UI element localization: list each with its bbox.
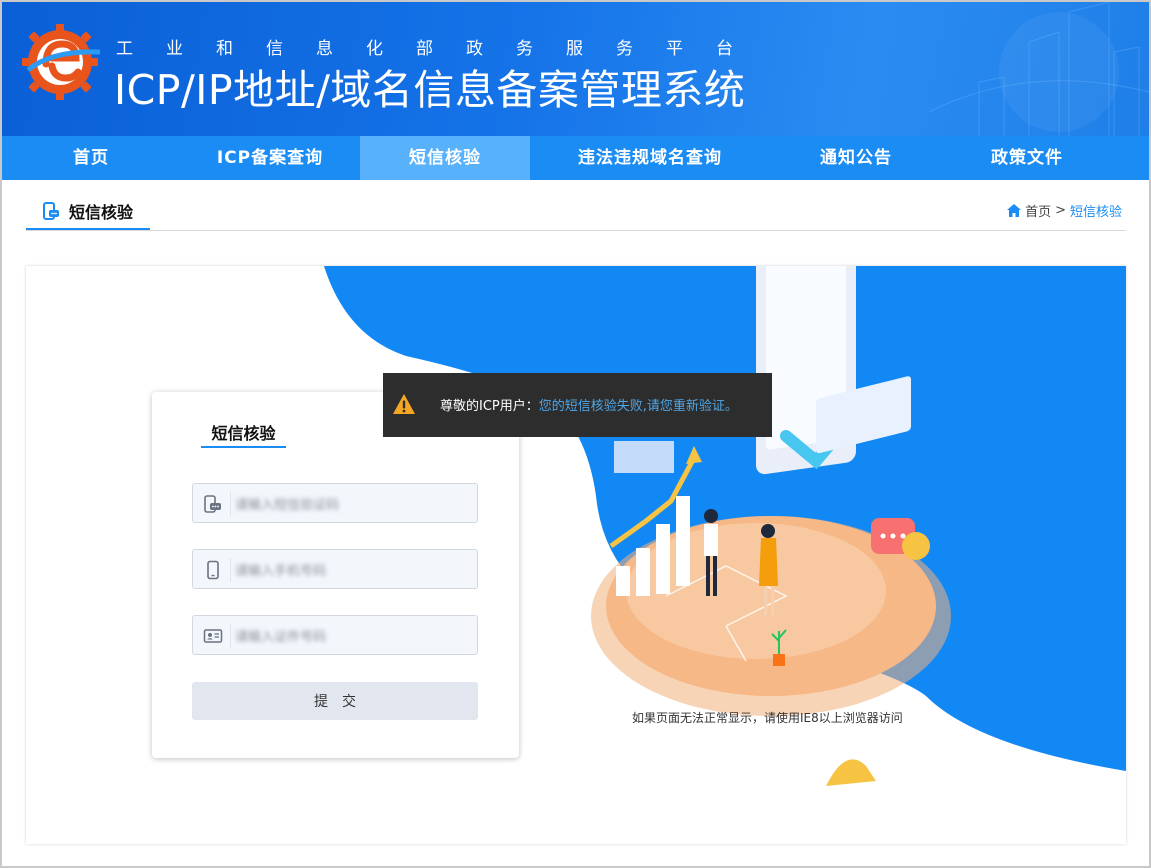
breadcrumb-separator: >	[1055, 203, 1066, 218]
section-tab: 短信核验	[26, 192, 150, 230]
sms-code-input[interactable]	[235, 484, 471, 522]
home-icon	[1007, 204, 1022, 217]
main-nav: 首页 ICP备案查询 短信核验 违法违规域名查询 通知公告 政策文件	[2, 136, 1149, 180]
breadcrumb-home[interactable]: 首页	[1025, 201, 1051, 220]
field-separator	[230, 624, 231, 648]
mobile-phone-field[interactable]	[192, 549, 478, 589]
site-header: 工业和信息化部政务服务平台 ICP/IP地址/域名信息备案管理系统	[2, 2, 1149, 136]
nav-item-policy-docs[interactable]: 政策文件	[942, 136, 1112, 180]
nav-item-illegal-domain-query[interactable]: 违法违规域名查询	[530, 136, 770, 180]
nav-item-home[interactable]: 首页	[2, 136, 180, 180]
form-title: 短信核验	[201, 419, 286, 448]
sms-code-icon	[204, 495, 221, 513]
id-card-field[interactable]	[192, 615, 478, 655]
header-title: ICP/IP地址/域名信息备案管理系统	[114, 66, 746, 114]
sms-code-field[interactable]	[192, 483, 478, 523]
verify-form-card: 短信核验 请输入短信验证码 请输入手机号码 请输入证件号码 提交	[152, 392, 519, 758]
mobile-phone-input[interactable]	[235, 550, 471, 588]
breadcrumb-current: 短信核验	[1069, 205, 1122, 220]
header-decoration	[928, 2, 1149, 136]
toast-message: 尊敬的ICP用户：您的短信核验失败,请您重新验证。	[440, 395, 738, 414]
breadcrumb: 首页 > 短信核验	[1007, 201, 1122, 220]
section-divider	[26, 230, 1126, 231]
toast-text: 您的短信核验失败,请您重新验证。	[538, 399, 738, 414]
nav-item-icp-query[interactable]: ICP备案查询	[180, 136, 360, 180]
toast-prefix: 尊敬的ICP用户：	[440, 399, 539, 414]
browser-compat-note: 如果页面无法正常显示，请使用IE8以上浏览器访问	[632, 711, 903, 725]
warning-icon	[393, 394, 415, 414]
field-separator	[230, 558, 231, 582]
sms-phone-icon	[43, 202, 59, 220]
nav-item-sms-verify[interactable]: 短信核验	[360, 136, 530, 180]
submit-button[interactable]: 提交	[192, 682, 478, 720]
error-toast: 尊敬的ICP用户：您的短信核验失败,请您重新验证。	[383, 373, 772, 437]
id-card-input[interactable]	[235, 616, 471, 654]
section-title: 短信核验	[69, 203, 134, 222]
nav-item-notices[interactable]: 通知公告	[770, 136, 942, 180]
id-card-icon	[203, 629, 223, 643]
mobile-phone-icon	[207, 560, 219, 580]
page-frame: 工业和信息化部政务服务平台 ICP/IP地址/域名信息备案管理系统 首页 ICP…	[0, 0, 1151, 868]
miit-logo	[22, 24, 101, 100]
field-separator	[230, 492, 231, 516]
